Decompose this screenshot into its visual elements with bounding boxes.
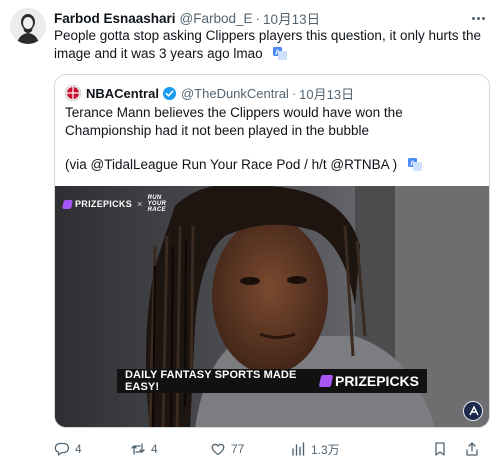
banner-text: DAILY FANTASY SPORTS MADE EASY! [125,369,297,393]
tweet-date[interactable]: 10月13日 [263,8,320,28]
quote-author-handle[interactable]: @TheDunkCentral [181,86,289,101]
retweet-count: 4 [151,442,158,456]
tweet[interactable]: Farbod Esnaashari @Farbod_E · 10月13日 Peo… [0,0,501,466]
translate-icon: A [407,158,422,171]
video-brand: PRIZEPICKS [75,199,133,209]
like-button[interactable]: 77 [210,441,244,457]
quote-date[interactable]: 10月13日 [299,84,354,103]
reply-button[interactable]: 4 [54,441,82,457]
banner-brand-text: PRIZEPICKS [334,373,419,389]
tweet-header: Farbod Esnaashari @Farbod_E · 10月13日 [54,8,320,28]
video-player[interactable]: PRIZEPICKS × RUN YOUR RACE DAILY FANTASY… [55,186,489,427]
author-name[interactable]: Farbod Esnaashari [54,11,176,26]
views-count: 1.3万 [311,442,340,457]
prizepicks-logo-icon [62,199,73,209]
quote-text: Terance Mann believes the Clippers would… [65,105,403,138]
video-ad-banner: DAILY FANTASY SPORTS MADE EASY! PRIZEPIC… [117,369,427,393]
bookmark-icon [435,442,445,456]
banner-brand: PRIZEPICKS [318,373,419,389]
bookmark-button[interactable] [432,441,453,457]
quoted-tweet[interactable]: NBACentral @TheDunkCentral · 10月13日 Tera… [54,74,490,428]
quote-credit: (via @TidalLeague Run Your Race Pod / h/… [65,157,398,172]
video-brand-overlay: PRIZEPICKS × RUN YOUR RACE [62,195,167,213]
translate-button[interactable]: A [272,45,288,61]
retweet-icon [131,443,145,455]
avatar[interactable] [10,8,46,44]
translate-icon: A [273,47,288,60]
quote-credit-line: (via @TidalLeague Run Your Race Pod / h/… [65,156,483,174]
collab-line-3: RACE [147,207,166,213]
quote-translate-button[interactable]: A [407,156,423,172]
collab-x: × [137,199,143,209]
verified-icon [162,86,177,100]
tweet-actions: 4 4 77 1.3万 [54,440,490,458]
quote-separator-dot: · [291,85,297,101]
like-count: 77 [231,442,245,456]
author-handle[interactable]: @Farbod_E [180,11,253,26]
reply-icon [54,442,70,456]
quote-header: NBACentral @TheDunkCentral · 10月13日 [65,84,354,102]
more-icon[interactable] [469,9,487,27]
run-your-race-logo: RUN YOUR RACE [148,195,167,213]
retweet-button[interactable]: 4 [130,441,158,457]
like-icon [211,443,225,456]
separator-dot: · [255,10,261,26]
views-icon [292,442,305,456]
share-button[interactable] [464,441,485,457]
tweet-body: People gotta stop asking Clippers player… [54,27,490,63]
quote-author-name[interactable]: NBACentral [86,86,159,101]
quote-avatar [65,85,81,101]
views-button[interactable]: 1.3万 [290,441,340,458]
share-icon [466,442,478,456]
reply-count: 4 [75,442,82,456]
prizepicks-logo-icon [318,375,334,387]
tweet-text: People gotta stop asking Clippers player… [54,28,481,61]
channel-logo-icon [463,401,483,421]
